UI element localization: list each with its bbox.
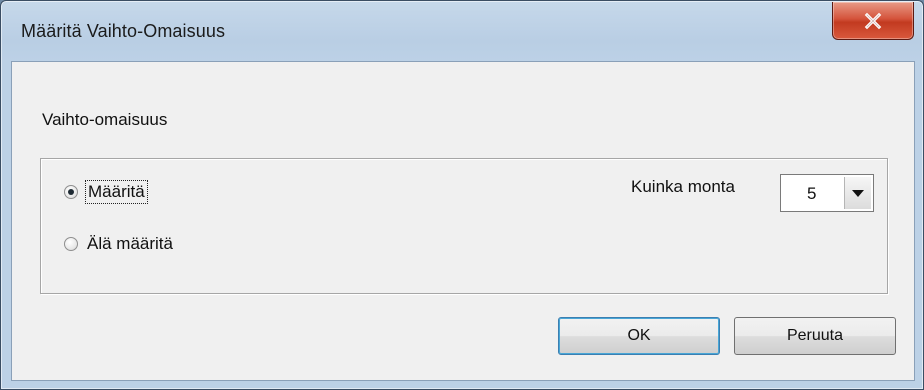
title-bar[interactable]: Määritä Vaihto-Omaisuus <box>1 1 923 61</box>
close-icon <box>864 12 882 29</box>
radio-dont-define-label[interactable]: Älä määritä <box>87 234 173 254</box>
chevron-down-icon <box>852 189 864 197</box>
radio-dont-define[interactable]: Älä määritä <box>64 234 173 254</box>
radio-button-selected[interactable] <box>64 185 78 199</box>
dialog-window: Määritä Vaihto-Omaisuus Vaihto-omaisuus … <box>0 0 924 390</box>
radio-button-unselected[interactable] <box>64 237 78 251</box>
cancel-button[interactable]: Peruuta <box>734 317 896 355</box>
radio-define[interactable]: Määritä <box>64 180 148 204</box>
ok-button[interactable]: OK <box>558 317 720 355</box>
radio-define-label[interactable]: Määritä <box>85 180 148 204</box>
radio-dot <box>68 189 74 195</box>
options-group-box <box>40 158 888 294</box>
quantity-select-value: 5 <box>807 184 817 203</box>
quantity-label: Kuinka monta <box>631 177 735 196</box>
section-title: Vaihto-omaisuus <box>42 110 168 129</box>
dialog-content: Vaihto-omaisuus Määritä Älä määritä Kuin… <box>11 61 915 381</box>
dropdown-button[interactable] <box>844 177 871 209</box>
window-title: Määritä Vaihto-Omaisuus <box>21 21 226 41</box>
close-button[interactable] <box>832 2 914 40</box>
quantity-select[interactable]: 5 <box>780 174 874 212</box>
